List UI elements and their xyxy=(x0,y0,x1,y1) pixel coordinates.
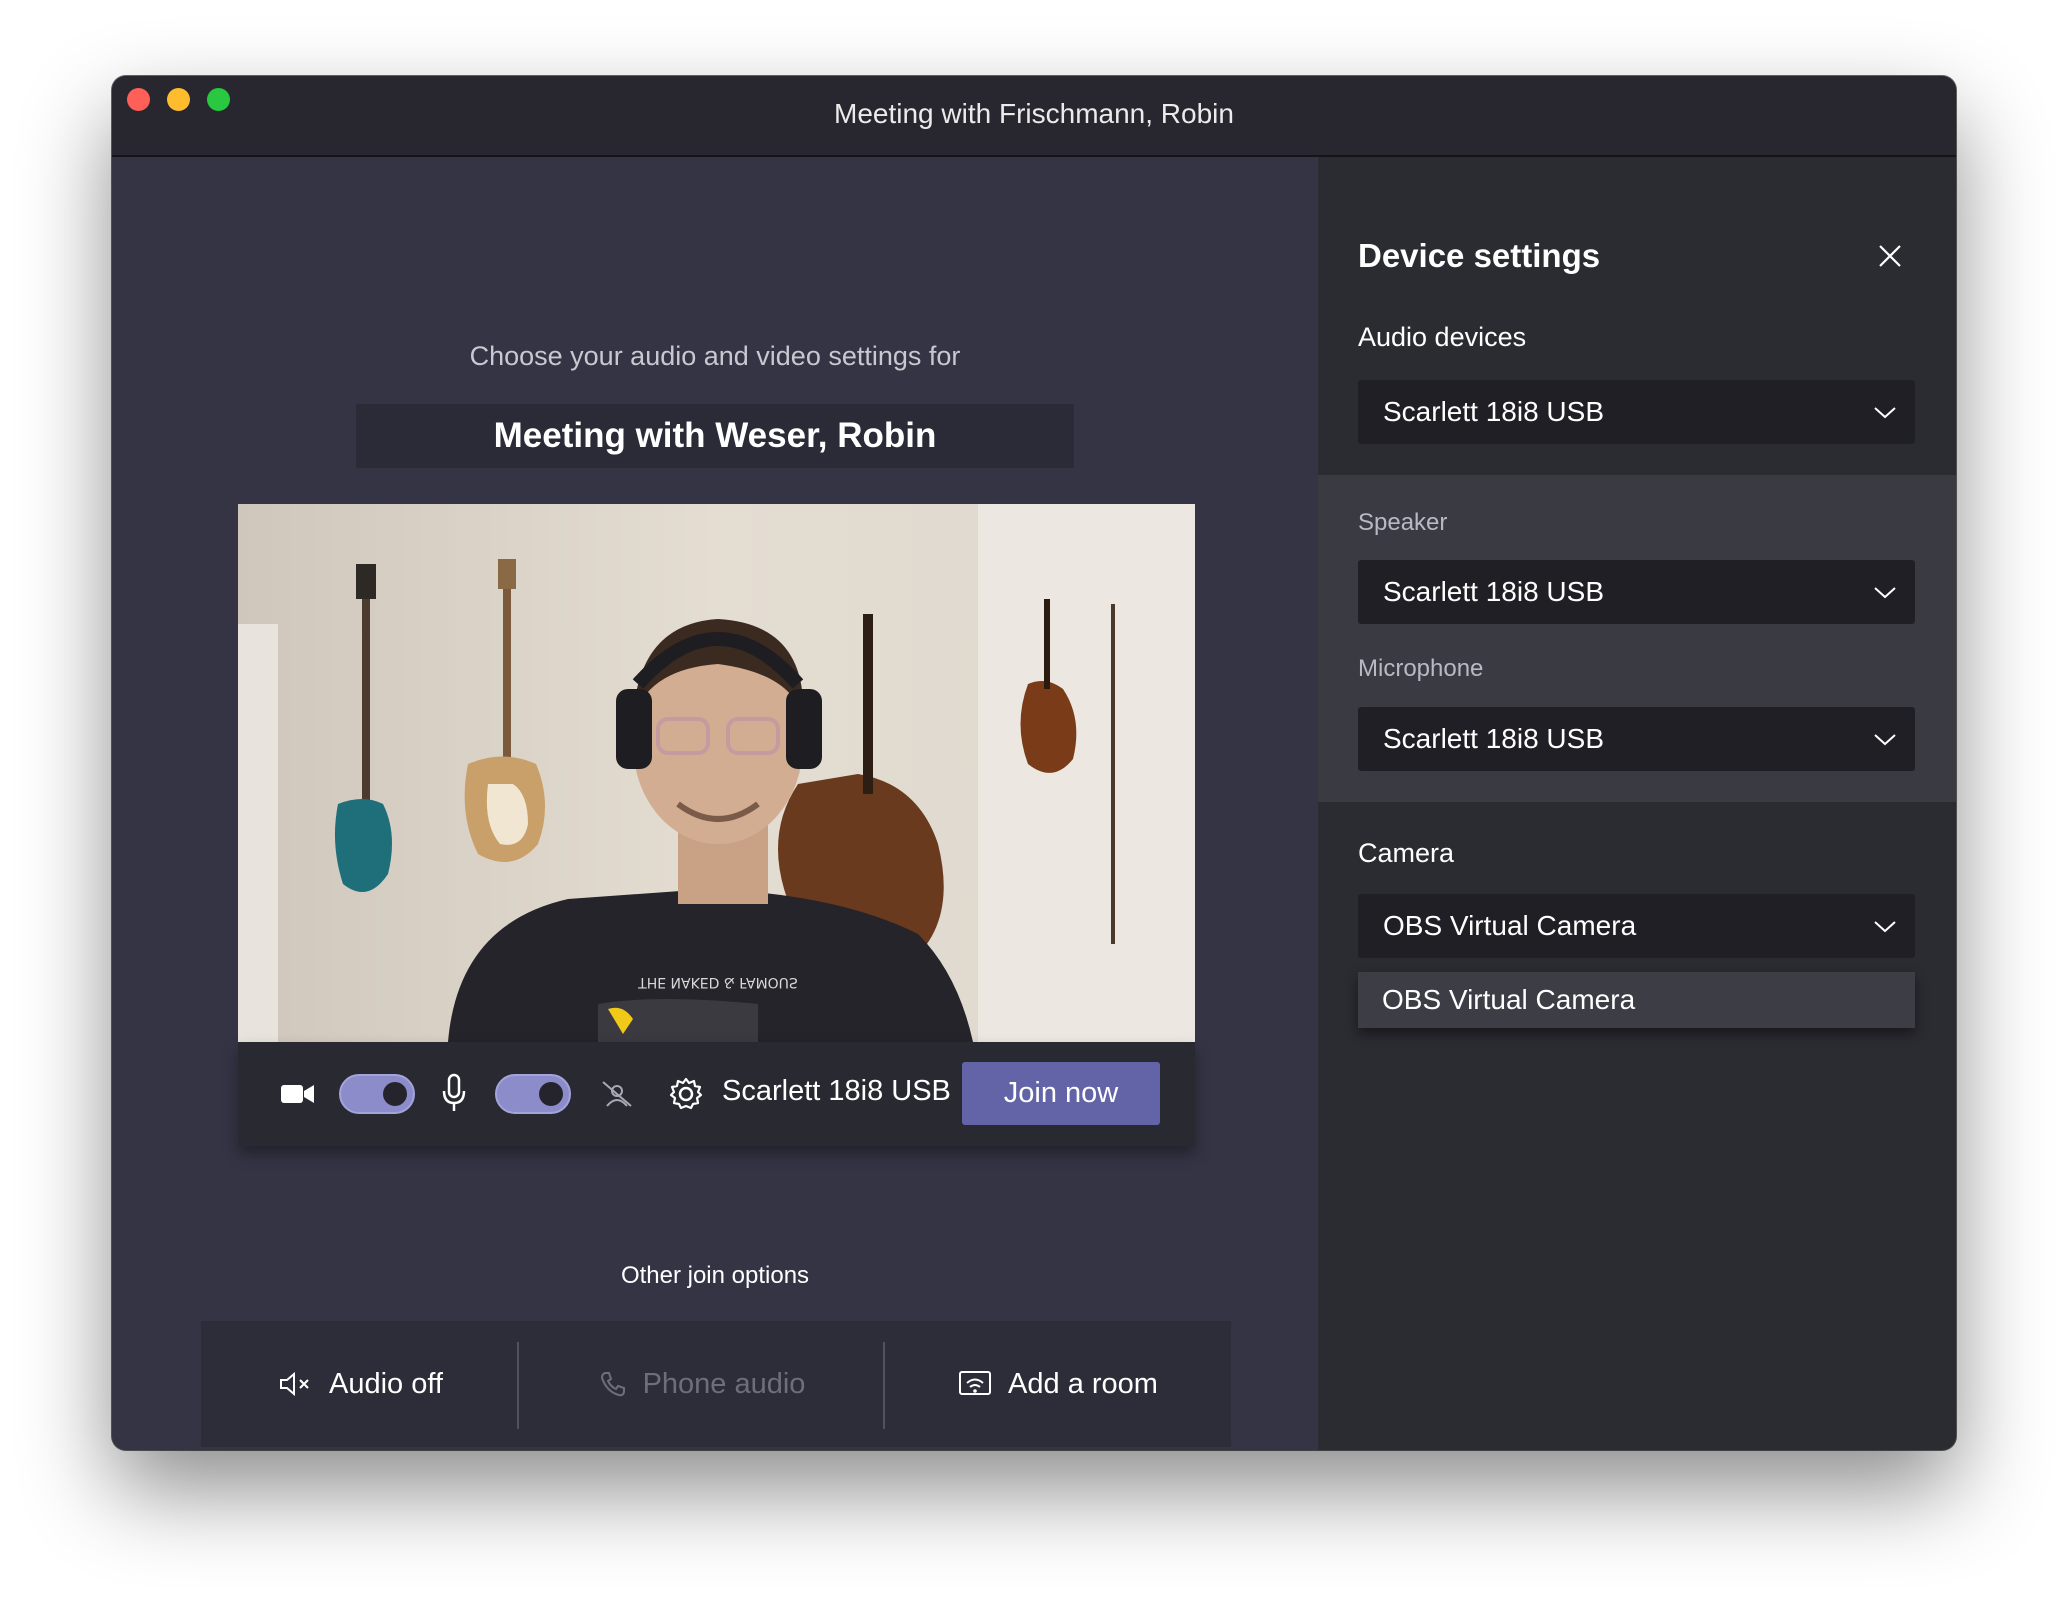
add-a-room-option[interactable]: Add a room xyxy=(885,1321,1231,1447)
prejoin-panel: Choose your audio and video settings for… xyxy=(112,157,1318,1450)
title-bar: Meeting with Frischmann, Robin xyxy=(112,76,1956,157)
microphone-icon xyxy=(438,1072,470,1114)
video-preview: THE NAKED & FAMOUS xyxy=(238,504,1195,1042)
join-now-button[interactable]: Join now xyxy=(962,1062,1160,1125)
microphone-toggle[interactable] xyxy=(495,1074,571,1114)
camera-option-obs[interactable]: OBS Virtual Camera xyxy=(1382,984,1635,1016)
chevron-down-icon xyxy=(1874,921,1896,933)
gear-icon[interactable] xyxy=(668,1076,704,1112)
camera-label: Camera xyxy=(1358,838,1455,868)
audio-device-label[interactable]: Scarlett 18i8 USB xyxy=(722,1075,951,1108)
meeting-title-box: Meeting with Weser, Robin xyxy=(356,404,1074,468)
close-icon xyxy=(1879,245,1901,267)
camera-toggle[interactable] xyxy=(339,1074,415,1114)
background-effects-icon[interactable] xyxy=(600,1078,634,1110)
audio-off-label: Audio off xyxy=(329,1367,443,1400)
speaker-dropdown[interactable]: Scarlett 18i8 USB xyxy=(1358,560,1915,624)
camera-value: OBS Virtual Camera xyxy=(1383,910,1637,941)
shirt-text: THE NAKED & FAMOUS xyxy=(637,974,798,990)
audio-devices-label: Audio devices xyxy=(1358,322,1527,352)
cast-room-icon xyxy=(959,1371,992,1395)
video-preview-image: THE NAKED & FAMOUS xyxy=(238,504,1195,1042)
camera-options-menu: OBS Virtual Camera xyxy=(1358,972,1915,1028)
phone-icon xyxy=(600,1372,625,1397)
other-join-options-heading: Other join options xyxy=(620,1262,810,1289)
speaker-value: Scarlett 18i8 USB xyxy=(1383,576,1604,607)
speaker-off-icon xyxy=(280,1371,309,1397)
audio-devices-dropdown[interactable]: Scarlett 18i8 USB xyxy=(1358,380,1915,444)
app-window: Meeting with Frischmann, Robin Choose yo… xyxy=(112,76,1956,1450)
chevron-down-icon xyxy=(1874,734,1896,746)
add-a-room-label: Add a room xyxy=(1008,1367,1158,1400)
microphone-label: Microphone xyxy=(1358,655,1484,682)
phone-audio-label: Phone audio xyxy=(642,1367,806,1400)
device-settings-panel: Device settings Audio devices Scarlett 1… xyxy=(1318,157,1956,1450)
speaker-label: Speaker xyxy=(1358,509,1448,536)
preview-controls-bar: Scarlett 18i8 USB Join now xyxy=(238,1042,1195,1146)
prejoin-subtitle: Choose your audio and video settings for xyxy=(469,341,961,371)
phone-audio-option[interactable]: Phone audio xyxy=(519,1321,885,1447)
audio-devices-value: Scarlett 18i8 USB xyxy=(1383,396,1604,427)
window-title: Meeting with Frischmann, Robin xyxy=(834,98,1234,129)
camera-icon xyxy=(280,1078,316,1110)
microphone-value: Scarlett 18i8 USB xyxy=(1383,723,1604,754)
close-panel-button[interactable] xyxy=(1875,241,1905,271)
meeting-title: Meeting with Weser, Robin xyxy=(493,416,937,455)
audio-off-option[interactable]: Audio off xyxy=(201,1321,521,1447)
chevron-down-icon xyxy=(1874,587,1896,599)
chevron-down-icon xyxy=(1874,407,1896,419)
device-settings-title: Device settings xyxy=(1358,237,1601,274)
camera-dropdown[interactable]: OBS Virtual Camera xyxy=(1358,894,1915,958)
microphone-dropdown[interactable]: Scarlett 18i8 USB xyxy=(1358,707,1915,771)
other-join-options-bar: Audio off Phone audio Add a room xyxy=(201,1321,1231,1447)
